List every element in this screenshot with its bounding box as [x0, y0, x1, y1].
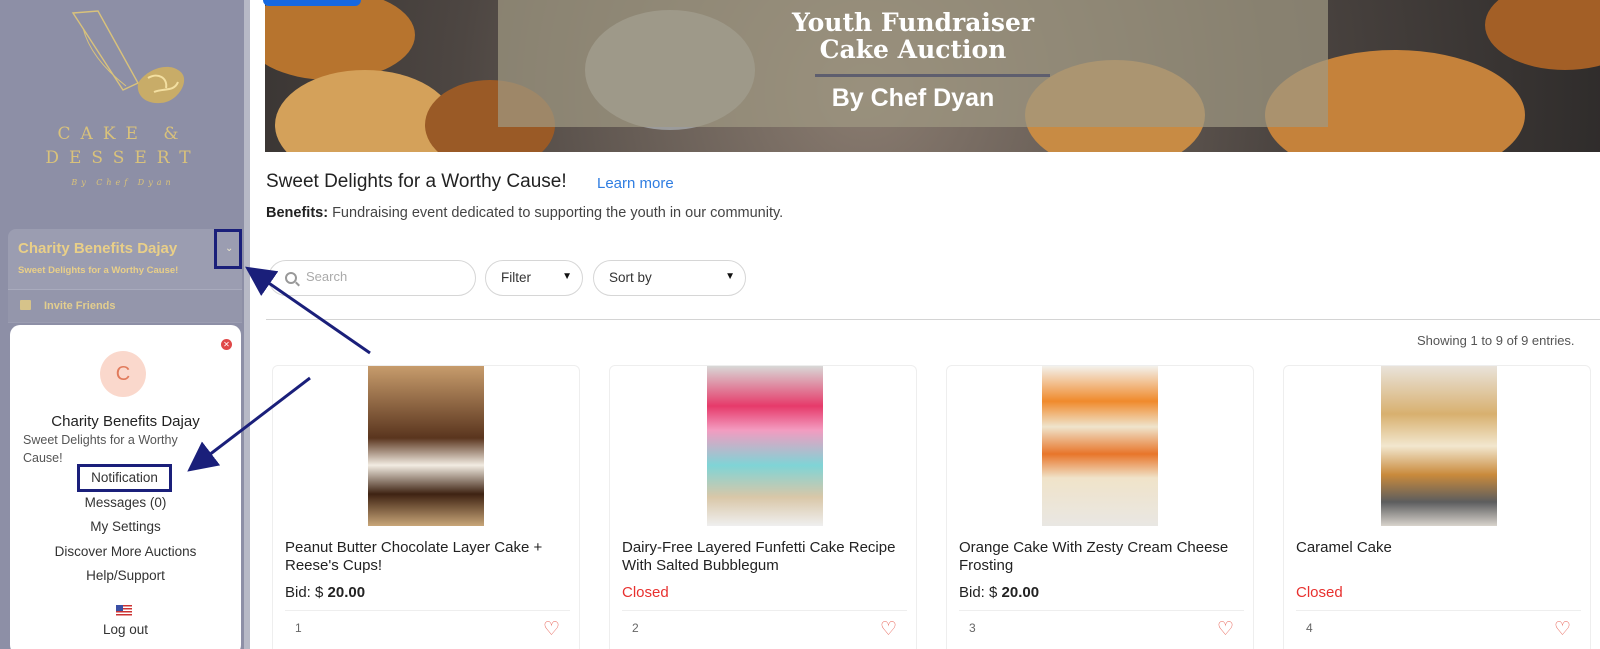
- hero-banner: Youth Fundraiser Cake Auction By Chef Dy…: [265, 0, 1600, 152]
- currency-symbol: $: [989, 584, 998, 601]
- heart-icon[interactable]: ♡: [1217, 620, 1234, 639]
- card-divider: [622, 610, 907, 611]
- benefits-text: Benefits: Fundraising event dedicated to…: [266, 205, 783, 221]
- currency-symbol: $: [315, 584, 324, 601]
- menu-item-discover-more-auctions[interactable]: Discover More Auctions: [10, 544, 241, 559]
- cake-image[interactable]: [1381, 366, 1497, 526]
- auction-card[interactable]: Orange Cake With Zesty Cream Cheese Fros…: [946, 365, 1254, 649]
- hero-divider: [815, 74, 1050, 77]
- auction-card[interactable]: Caramel Cake Closed 4 ♡: [1283, 365, 1591, 649]
- pastry-image: [265, 0, 415, 80]
- heart-icon[interactable]: ♡: [1554, 620, 1571, 639]
- hero-title-line1: Youth Fundraiser: [791, 8, 1035, 37]
- card-divider: [1296, 610, 1581, 611]
- filter-label: Filter: [501, 270, 531, 285]
- benefits-label: Benefits:: [266, 205, 329, 221]
- search-input[interactable]: [306, 269, 466, 284]
- closed-status: Closed: [1296, 584, 1343, 601]
- card-divider: [959, 610, 1244, 611]
- sort-select[interactable]: Sort by ▼: [593, 260, 746, 296]
- search-box: [268, 260, 476, 296]
- profile-name: Charity Benefits Dajay: [51, 413, 200, 430]
- chevron-down-icon: ⌄: [225, 243, 234, 254]
- search-icon: [285, 272, 297, 284]
- card-title[interactable]: Peanut Butter Chocolate Layer Cake + Ree…: [285, 539, 570, 575]
- close-icon[interactable]: ✕: [221, 339, 232, 350]
- bid-amount: 20.00: [1001, 584, 1040, 601]
- cake-image[interactable]: [1042, 366, 1158, 526]
- card-title[interactable]: Dairy-Free Layered Funfetti Cake Recipe …: [622, 539, 907, 575]
- card-bid: Bid: $ 20.00: [959, 584, 1039, 601]
- page: CAKE & DESSERT By Chef Dyan Charity Bene…: [0, 0, 1600, 649]
- card-number: 4: [1306, 621, 1313, 635]
- entries-count: Showing 1 to 9 of 9 entries.: [1417, 333, 1575, 348]
- caret-down-icon: ▼: [725, 271, 735, 282]
- menu-item-my-settings[interactable]: My Settings: [10, 519, 241, 534]
- closed-status: Closed: [622, 584, 669, 601]
- logo-subtext: By Chef Dyan: [71, 178, 175, 187]
- cake-image[interactable]: [707, 366, 823, 526]
- avatar: C: [100, 351, 146, 397]
- auction-card[interactable]: Dairy-Free Layered Funfetti Cake Recipe …: [609, 365, 917, 649]
- caret-down-icon: ▼: [562, 271, 572, 282]
- profile-tagline: Sweet Delights for a Worthy Cause!: [23, 433, 178, 465]
- piping-bag-logo-icon: [71, 10, 185, 104]
- sidebar-scrollbar[interactable]: [244, 0, 250, 649]
- invite-friends-label: Invite Friends: [44, 300, 116, 312]
- benefits-description: Fundraising event dedicated to supportin…: [332, 205, 784, 221]
- logo-text-line1: CAKE &: [57, 124, 189, 144]
- brand-logo[interactable]: CAKE & DESSERT By Chef Dyan: [28, 8, 218, 198]
- heart-icon[interactable]: ♡: [543, 620, 560, 639]
- menu-item-help-support[interactable]: Help/Support: [10, 568, 241, 583]
- learn-more-link[interactable]: Learn more: [597, 175, 674, 192]
- sidebar: CAKE & DESSERT By Chef Dyan Charity Bene…: [0, 0, 250, 649]
- hero-title-line2: Cake Auction: [819, 35, 1007, 64]
- card-divider: [285, 610, 570, 611]
- menu-item-notification[interactable]: Notification: [77, 464, 172, 492]
- card-title[interactable]: Orange Cake With Zesty Cream Cheese Fros…: [959, 539, 1244, 575]
- card-bid: Bid: $ 20.00: [285, 584, 365, 601]
- profile-menu: ✕ C Charity Benefits Dajay Sweet Delight…: [10, 325, 241, 649]
- top-nav-tab[interactable]: [263, 0, 361, 6]
- auction-title: Sweet Delights for a Worthy Cause!: [266, 171, 567, 192]
- card-number: 1: [295, 621, 302, 635]
- profile-dropdown-toggle[interactable]: ⌄: [214, 229, 242, 269]
- logo-text-line2: DESSERT: [45, 148, 201, 168]
- cake-image[interactable]: [368, 366, 484, 526]
- invite-friends-link[interactable]: Invite Friends: [8, 289, 242, 322]
- filter-select[interactable]: Filter ▼: [485, 260, 583, 296]
- sort-label: Sort by: [609, 270, 652, 285]
- pastry-image: [1485, 0, 1600, 70]
- divider: [266, 319, 1600, 320]
- auction-card[interactable]: Peanut Butter Chocolate Layer Cake + Ree…: [272, 365, 580, 649]
- bid-label: Bid:: [959, 584, 985, 601]
- card-number: 2: [632, 621, 639, 635]
- gift-icon: [20, 300, 31, 310]
- bid-label: Bid:: [285, 584, 311, 601]
- heart-icon[interactable]: ♡: [880, 620, 897, 639]
- menu-item-messages[interactable]: Messages (0): [10, 495, 241, 510]
- card-number: 3: [969, 621, 976, 635]
- charity-name: Charity Benefits Dajay: [18, 240, 178, 257]
- bid-amount: 20.00: [327, 584, 366, 601]
- us-flag-icon[interactable]: [116, 605, 132, 616]
- charity-tagline: Sweet Delights for a Worthy Cause!: [18, 265, 179, 276]
- hero-subtitle: By Chef Dyan: [831, 84, 995, 112]
- menu-item-log-out[interactable]: Log out: [10, 622, 241, 637]
- card-title[interactable]: Caramel Cake: [1296, 539, 1581, 557]
